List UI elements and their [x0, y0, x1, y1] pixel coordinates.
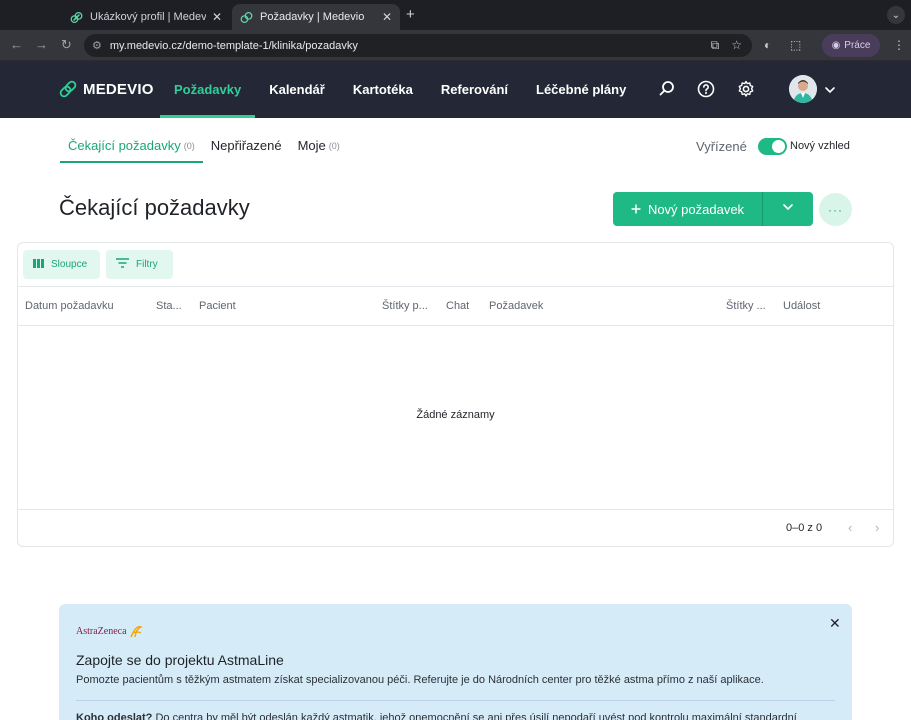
column-header-chat[interactable]: Chat — [446, 300, 469, 312]
astrazeneca-logo: AstraZeneca — [76, 624, 143, 638]
columns-label: Sloupce — [51, 259, 88, 270]
app-header: MEDEVIO Požadavky Kalendář Kartotéka Ref… — [0, 61, 911, 118]
tab-mine[interactable]: Moje (0) — [290, 132, 348, 163]
column-header-patient[interactable]: Pacient — [199, 300, 236, 312]
medevio-favicon-icon — [240, 10, 254, 24]
url-text: my.medevio.cz/demo-template-1/klinika/po… — [109, 39, 358, 52]
help-icon[interactable] — [697, 80, 715, 98]
tab-search-icon[interactable]: ⌄ — [887, 6, 905, 24]
gear-icon[interactable] — [737, 80, 755, 98]
profile-avatar-icon: ◉ — [831, 40, 841, 51]
banner-more-text: Koho odeslat? Do centra by měl být odesl… — [76, 712, 835, 720]
column-header-status[interactable]: Sta... — [156, 300, 182, 312]
tab-count: (0) — [183, 141, 195, 151]
resolved-link[interactable]: Vyřízené — [696, 139, 747, 154]
extensions-puzzle-icon[interactable]: ⬚ — [790, 38, 801, 52]
forward-arrow-icon[interactable]: → — [35, 37, 48, 52]
tab-pending-requests[interactable]: Čekající požadavky (0) — [60, 132, 203, 163]
extension-icon[interactable]: ◐ — [764, 38, 771, 52]
new-tab-button[interactable]: + — [406, 6, 415, 23]
column-header-patient-tags[interactable]: Štítky p... — [382, 300, 428, 312]
address-bar[interactable]: ⚙ my.medevio.cz/demo-template-1/klinika/… — [84, 34, 752, 57]
search-icon[interactable] — [658, 80, 676, 98]
main-nav: Požadavky Kalendář Kartotéka Referování … — [160, 61, 640, 118]
profile-label: Práce — [844, 40, 871, 51]
new-look-label: Nový vzhled — [790, 140, 850, 152]
new-request-label: Nový požadavek — [647, 201, 745, 217]
browser-menu-icon[interactable]: ⋮ — [893, 38, 905, 52]
nav-calendar[interactable]: Kalendář — [255, 61, 339, 118]
pagination-text: 0–0 z 0 — [786, 522, 823, 534]
filters-label: Filtry — [136, 259, 158, 270]
browser-tab-title: Požadavky | Medevio — [260, 11, 365, 23]
logo-text: MEDEVIO — [83, 80, 154, 98]
nav-referrals[interactable]: Referování — [427, 61, 522, 118]
requests-grid: Sloupce Filtry Datum požadavku Sta... Pa… — [17, 242, 894, 547]
close-icon[interactable]: ✕ — [382, 10, 392, 24]
astmaline-banner: AstraZeneca ✕ Zapojte se do projektu Ast… — [59, 604, 852, 720]
table-footer: 0–0 z 0 ‹ › — [18, 509, 893, 547]
browser-tab-profile[interactable]: Ukázkový profil | Medevio ✕ — [62, 4, 230, 30]
medevio-logo[interactable]: MEDEVIO — [58, 79, 154, 99]
column-header-request[interactable]: Požadavek — [489, 300, 543, 312]
tab-label: Nepřiřazené — [210, 138, 282, 153]
new-request-button[interactable]: Nový požadavek — [613, 192, 762, 226]
medevio-favicon-icon — [70, 10, 84, 24]
back-arrow-icon[interactable]: ← — [10, 37, 23, 52]
column-header-event[interactable]: Událost — [783, 300, 820, 312]
brand-text: AstraZeneca — [76, 625, 127, 637]
chevron-right-icon[interactable]: › — [875, 520, 879, 535]
more-actions-button[interactable]: ··· — [819, 193, 852, 226]
chevron-left-icon[interactable]: ‹ — [848, 520, 852, 535]
table-header-row: Datum požadavku Sta... Pacient Štítky p.… — [18, 286, 893, 326]
ellipsis-icon: ··· — [828, 202, 843, 217]
banner-more-label: Koho odeslat? — [76, 712, 153, 720]
page-title: Čekající požadavky — [59, 195, 250, 220]
banner-divider — [76, 700, 835, 701]
filters-button[interactable]: Filtry — [106, 250, 173, 279]
tab-count: (0) — [328, 141, 340, 151]
column-header-request-date[interactable]: Datum požadavku — [25, 300, 114, 312]
nav-records[interactable]: Kartotéka — [339, 61, 427, 118]
install-app-icon[interactable]: ⧉ — [711, 38, 720, 53]
bookmark-star-icon[interactable]: ☆ — [731, 38, 742, 53]
columns-button[interactable]: Sloupce — [23, 250, 100, 279]
banner-title: Zapojte se do projektu AstmaLine — [76, 652, 284, 668]
plus-icon — [631, 202, 641, 217]
banner-more-body: Do centra by měl být odeslán každý astma… — [155, 712, 797, 720]
site-settings-icon[interactable]: ⚙ — [92, 39, 102, 52]
banner-subtitle: Pomozte pacientům s těžkým astmatem získ… — [76, 674, 764, 686]
column-header-request-tags[interactable]: Štítky ... — [726, 300, 766, 312]
browser-profile-button[interactable]: ◉ Práce — [822, 34, 880, 57]
nav-treatment-plans[interactable]: Léčebné plány — [522, 61, 640, 118]
request-subtabs: Čekající požadavky (0) Nepřiřazené Moje … — [60, 132, 348, 163]
toggle-knob — [772, 140, 785, 153]
chevron-down-icon[interactable] — [824, 83, 836, 101]
browser-tab-requests[interactable]: Požadavky | Medevio ✕ — [232, 4, 400, 30]
empty-state-text: Žádné záznamy — [416, 409, 495, 421]
astrazeneca-symbol-icon — [129, 626, 143, 638]
reload-icon[interactable]: ↻ — [61, 37, 72, 53]
filter-icon — [116, 258, 129, 271]
close-icon[interactable]: ✕ — [212, 10, 222, 24]
close-icon[interactable]: ✕ — [829, 615, 841, 632]
browser-toolbar: ← → ↻ ⚙ my.medevio.cz/demo-template-1/kl… — [0, 30, 911, 61]
new-request-dropdown-button[interactable] — [762, 192, 813, 226]
new-look-toggle[interactable] — [758, 138, 787, 155]
browser-tab-bar: Ukázkový profil | Medevio ✕ Požadavky | … — [0, 0, 911, 30]
pill-logo-icon — [59, 80, 77, 98]
tab-label: Čekající požadavky — [68, 138, 181, 153]
tab-unassigned[interactable]: Nepřiřazené — [203, 132, 290, 163]
columns-icon — [33, 258, 44, 271]
nav-requests[interactable]: Požadavky — [160, 61, 256, 118]
browser-tab-title: Ukázkový profil | Medevio — [90, 11, 206, 23]
tab-label: Moje — [297, 138, 326, 153]
avatar[interactable] — [789, 75, 817, 103]
chevron-down-icon — [782, 200, 794, 218]
